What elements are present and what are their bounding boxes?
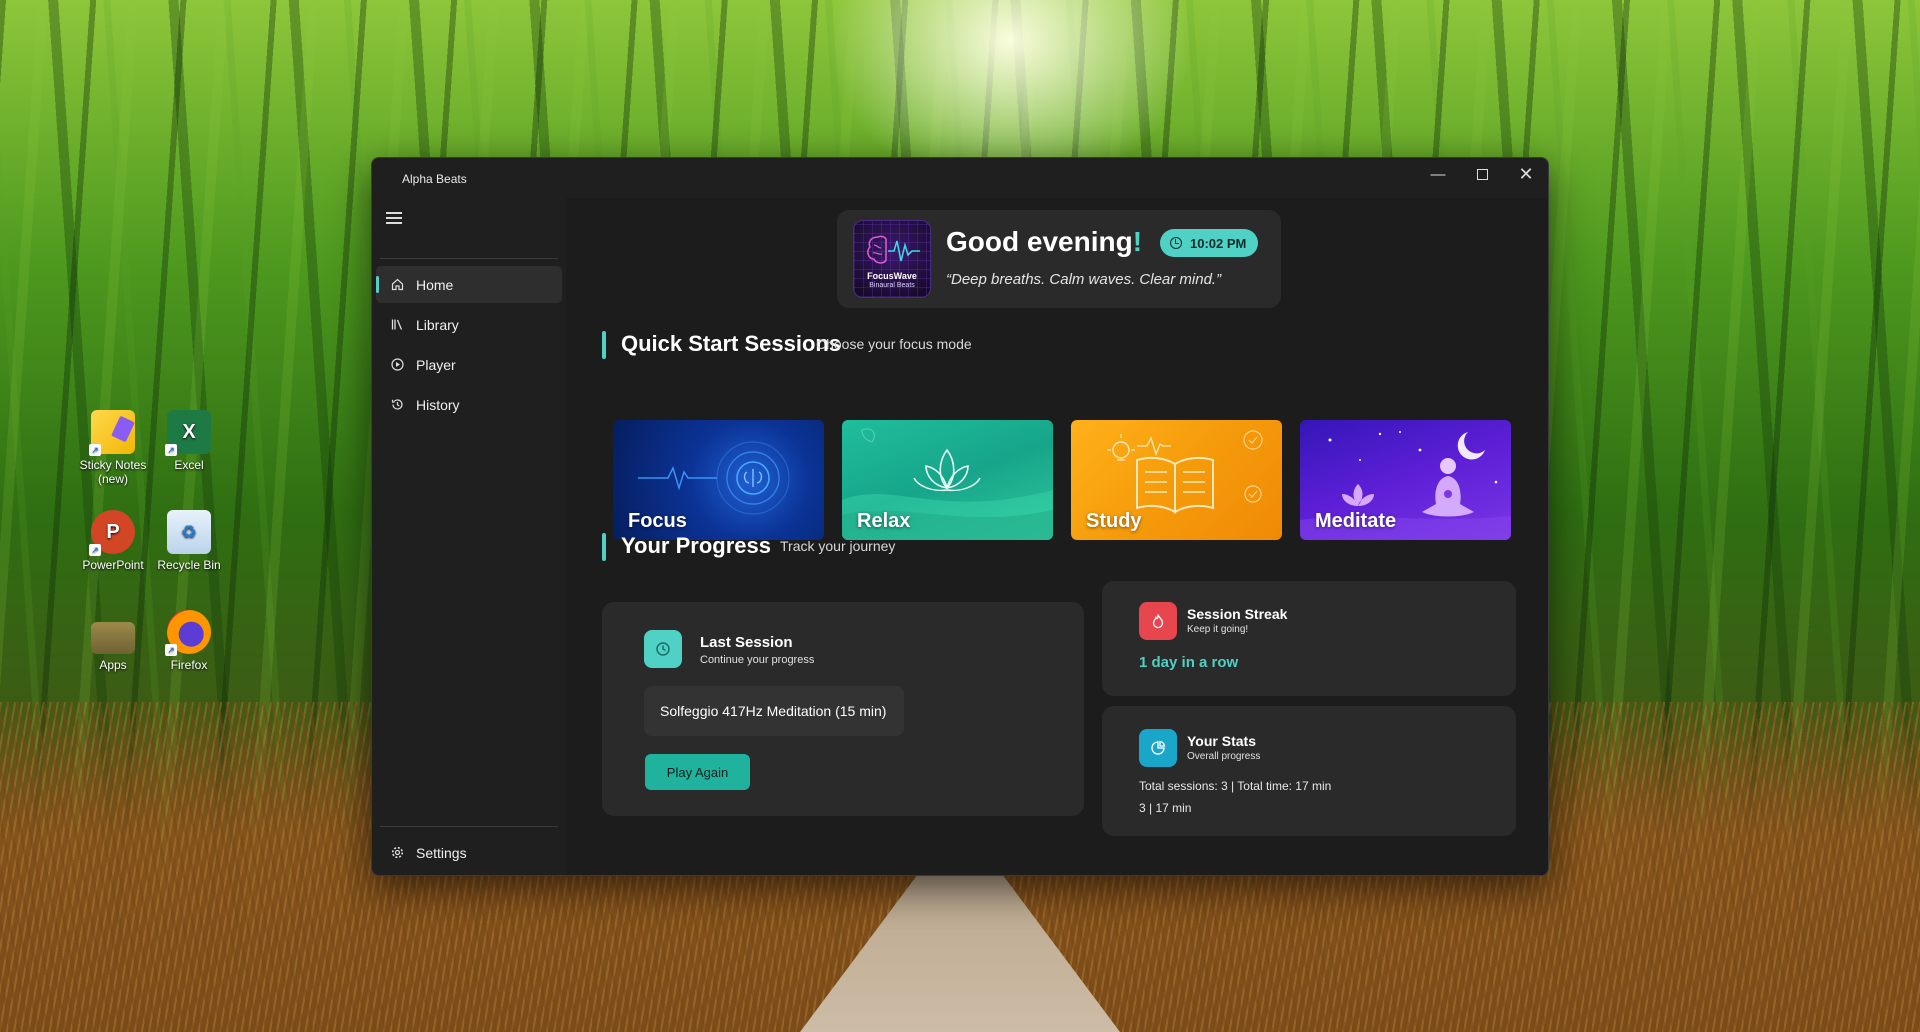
stats-title: Your Stats bbox=[1187, 733, 1256, 749]
title-bar[interactable]: Alpha Beats — ✕ bbox=[372, 158, 1548, 198]
focuswave-logo: FocusWave Binaural Beats bbox=[853, 220, 931, 298]
maximize-button[interactable] bbox=[1460, 158, 1504, 190]
last-session-title: Last Session bbox=[700, 634, 793, 651]
tile-label: Relax bbox=[857, 510, 911, 532]
streak-value: 1 day in a row bbox=[1139, 654, 1239, 671]
desktop-icon-label: Firefox bbox=[170, 658, 208, 672]
greeting-quote: “Deep breaths. Calm waves. Clear mind.” bbox=[946, 271, 1222, 288]
desktop-icon-recycle-bin[interactable]: ♻ Recycle Bin bbox=[148, 510, 230, 572]
sidebar-item-player[interactable]: Player bbox=[376, 346, 562, 383]
quick-start-title: Quick Start Sessions bbox=[621, 331, 842, 356]
last-session-subtitle: Continue your progress bbox=[700, 654, 815, 666]
folder-icon bbox=[91, 622, 135, 654]
play-circle-icon bbox=[390, 358, 404, 372]
sidebar-divider bbox=[380, 258, 558, 259]
history-icon bbox=[644, 630, 682, 668]
progress-title: Your Progress bbox=[621, 533, 771, 558]
time-value: 10:02 PM bbox=[1190, 235, 1247, 251]
session-tile-study[interactable]: Study bbox=[1071, 420, 1282, 540]
greeting-title: Good evening! bbox=[946, 226, 1143, 257]
history-icon bbox=[390, 398, 404, 412]
close-button[interactable]: ✕ bbox=[1504, 158, 1548, 190]
tile-label: Focus bbox=[628, 510, 687, 532]
last-session-card: Last Session Continue your progress Solf… bbox=[602, 602, 1084, 816]
desktop-icon-label: Sticky Notes (new) bbox=[79, 458, 147, 486]
sidebar-item-label: Home bbox=[416, 276, 454, 293]
gear-icon bbox=[390, 846, 404, 860]
window-title: Alpha Beats bbox=[402, 172, 467, 186]
session-tile-relax[interactable]: Relax bbox=[842, 420, 1053, 540]
desktop-icon-label: PowerPoint bbox=[82, 558, 144, 572]
session-tile-focus[interactable]: Focus bbox=[613, 420, 824, 540]
desktop-icon-label: Excel bbox=[174, 458, 204, 472]
app-window: Alpha Beats — ✕ Home Library Player Hist… bbox=[371, 157, 1549, 876]
home-icon bbox=[390, 278, 404, 292]
time-badge: 10:02 PM bbox=[1160, 229, 1259, 257]
tile-label: Meditate bbox=[1315, 510, 1397, 532]
sidebar-item-label: Library bbox=[416, 316, 459, 333]
last-session-name: Solfeggio 417Hz Meditation (15 min) bbox=[644, 686, 904, 736]
maximize-icon bbox=[1476, 168, 1488, 180]
quick-start-subtitle: Choose your focus mode bbox=[816, 336, 972, 352]
tile-label: Study bbox=[1086, 510, 1142, 532]
play-again-button[interactable]: Play Again bbox=[645, 754, 750, 790]
sidebar: Home Library Player History Settings bbox=[372, 198, 566, 875]
desktop-icon-firefox[interactable]: ↗ Firefox bbox=[148, 610, 230, 672]
stats-compact: 3 | 17 min bbox=[1139, 801, 1192, 815]
excel-icon: X ↗ bbox=[165, 410, 211, 456]
your-stats-card: Your Stats Overall progress Total sessio… bbox=[1102, 706, 1516, 836]
sidebar-divider bbox=[380, 826, 558, 827]
sidebar-item-label: History bbox=[416, 396, 460, 413]
library-icon bbox=[390, 318, 404, 332]
flame-icon bbox=[1139, 602, 1177, 640]
main-content: FocusWave Binaural Beats Good evening! 1… bbox=[566, 198, 1548, 875]
streak-title: Session Streak bbox=[1187, 606, 1288, 622]
desktop-icon-apps[interactable]: Apps bbox=[72, 610, 154, 672]
logo-subtitle: Binaural Beats bbox=[869, 282, 915, 289]
streak-subtitle: Keep it going! bbox=[1187, 624, 1249, 635]
sidebar-item-history[interactable]: History bbox=[376, 386, 562, 423]
sidebar-item-library[interactable]: Library bbox=[376, 306, 562, 343]
close-icon: ✕ bbox=[1518, 163, 1534, 184]
progress-subtitle: Track your journey bbox=[780, 538, 896, 554]
desktop-icon-excel[interactable]: X ↗ Excel bbox=[148, 410, 230, 472]
desktop-icon-label: Apps bbox=[99, 658, 127, 672]
pie-chart-icon bbox=[1139, 729, 1177, 767]
session-tile-meditate[interactable]: Meditate bbox=[1300, 420, 1511, 540]
desktop-icon-sticky-notes[interactable]: ↗ Sticky Notes (new) bbox=[72, 410, 154, 486]
section-accent-bar bbox=[602, 533, 606, 561]
clock-icon bbox=[1170, 237, 1182, 249]
hamburger-menu-icon[interactable] bbox=[386, 212, 402, 224]
sidebar-item-label: Player bbox=[416, 356, 456, 373]
desktop-icon-powerpoint[interactable]: P ↗ PowerPoint bbox=[72, 510, 154, 572]
stats-summary: Total sessions: 3 | Total time: 17 min bbox=[1139, 779, 1332, 793]
session-streak-card: Session Streak Keep it going! 1 day in a… bbox=[1102, 581, 1516, 696]
stats-subtitle: Overall progress bbox=[1187, 751, 1261, 762]
sidebar-item-settings[interactable]: Settings bbox=[376, 834, 562, 871]
desktop-icon-label: Recycle Bin bbox=[157, 558, 221, 572]
minimize-icon: — bbox=[1430, 165, 1446, 183]
logo-name: FocusWave bbox=[867, 271, 917, 281]
sidebar-item-home[interactable]: Home bbox=[376, 266, 562, 303]
sticky-notes-icon: ↗ bbox=[89, 410, 135, 456]
recycle-bin-icon: ♻ bbox=[167, 510, 211, 554]
section-accent-bar bbox=[602, 331, 606, 359]
powerpoint-icon: P ↗ bbox=[89, 510, 135, 556]
greeting-card: FocusWave Binaural Beats Good evening! 1… bbox=[837, 210, 1281, 308]
minimize-button[interactable]: — bbox=[1416, 158, 1460, 190]
firefox-icon: ↗ bbox=[165, 610, 211, 656]
sidebar-item-label: Settings bbox=[416, 844, 467, 861]
